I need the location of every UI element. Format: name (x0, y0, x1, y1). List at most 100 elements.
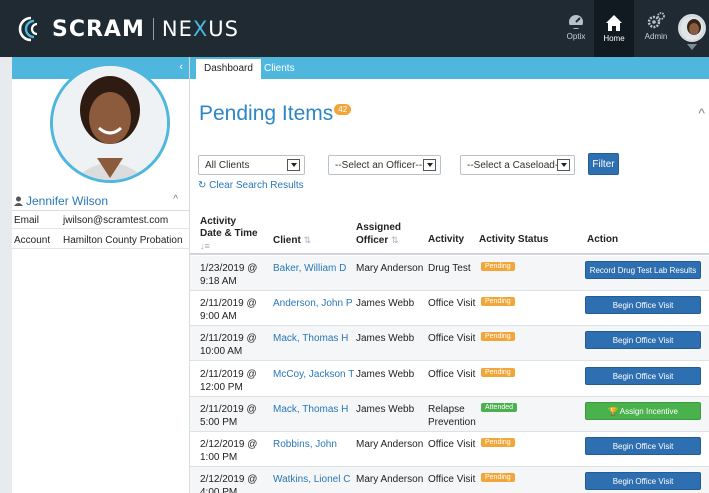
row-client-link[interactable]: Watkins, Lionel C (273, 473, 350, 486)
table-header: Activity Date & Time ↓≡ Client ⇅ Assigne… (190, 212, 709, 255)
logo-divider (152, 18, 154, 40)
page-title: Pending Items 42 (199, 102, 352, 126)
nav-home[interactable]: Home (594, 0, 634, 57)
status-badge: Pending (481, 332, 515, 341)
scram-nexus-logo[interactable]: SCRAM NEXUS (18, 14, 239, 44)
col-client[interactable]: Client ⇅ (273, 234, 311, 247)
email-value: jwilson@scramtest.com (63, 215, 169, 226)
user-name-row[interactable]: Jennifer Wilson ^ (12, 191, 190, 211)
col-action: Action (587, 234, 619, 245)
row-client-link[interactable]: Baker, William D (273, 262, 346, 275)
status-badge: Pending (481, 262, 515, 271)
row-client-link[interactable]: Anderson, John P (273, 297, 353, 310)
row-action-button[interactable]: Begin Office Visit (585, 331, 701, 349)
account-value: Hamilton County Probation (63, 235, 183, 246)
officer-select[interactable]: --Select an Officer-- (328, 155, 441, 175)
caseload-select[interactable]: --Select a Caseload-- (460, 155, 575, 175)
table-row: 2/12/2019 @1:00 PM Robbins, John Mary Ande… (190, 432, 709, 467)
table-row: 2/11/2019 @12:00 PM McCoy, Jackson T James… (190, 362, 709, 397)
user-icon (14, 196, 23, 206)
row-officer: Mary Anderson (356, 263, 424, 274)
top-bar: SCRAM NEXUS Optix Home Admin (0, 0, 709, 57)
user-name: Jennifer Wilson (26, 194, 109, 208)
status-badge: Pending (481, 368, 515, 377)
user-avatar[interactable] (678, 14, 706, 42)
row-officer: James Webb (356, 369, 415, 380)
row-client-link[interactable]: Mack, Thomas H (273, 403, 348, 416)
row-client-link[interactable]: McCoy, Jackson T (273, 368, 354, 381)
table-row: 1/23/2019 @9:18 AM Baker, William D Mary A… (190, 256, 709, 291)
row-officer: Mary Anderson (356, 474, 424, 485)
nav-home-label: Home (603, 34, 625, 43)
status-badge: Attended (481, 403, 518, 412)
product-name: NEXUS (161, 17, 239, 41)
tab-clients[interactable]: Clients (256, 59, 303, 79)
chevron-down-icon (557, 159, 570, 171)
filter-button[interactable]: Filter (588, 153, 619, 175)
row-datetime: 1/23/2019 @9:18 AM (200, 263, 258, 287)
nav-optix[interactable]: Optix (556, 10, 596, 50)
row-officer: James Webb (356, 333, 415, 344)
collapse-sidebar-icon[interactable]: ‹ (179, 61, 183, 73)
email-row: Email jwilson@scramtest.com (12, 211, 190, 229)
table-row: 2/12/2019 @4:00 PM Watkins, Lionel C Mary … (190, 467, 709, 493)
col-officer[interactable]: Assigned Officer ⇅ (356, 222, 401, 247)
row-action-button[interactable]: Begin Office Visit (585, 472, 701, 490)
table-row: 2/11/2019 @9:00 AM Anderson, John P James … (190, 291, 709, 326)
row-client-link[interactable]: Mack, Thomas H (273, 332, 348, 345)
row-activity: Office Visit (428, 474, 476, 485)
clients-select-value: All Clients (205, 160, 250, 171)
row-action-button[interactable]: Record Drug Test Lab Results (585, 261, 701, 279)
account-row: Account Hamilton County Probation (12, 231, 190, 249)
chevron-down-icon (423, 159, 436, 171)
row-activity: Relapse Prevention (428, 404, 476, 428)
row-officer: James Webb (356, 404, 415, 415)
home-icon (606, 15, 622, 31)
row-activity: Office Visit (428, 333, 476, 344)
col-status: Activity Status (479, 234, 549, 245)
row-datetime: 2/11/2019 @12:00 PM (200, 369, 257, 393)
sort-icon: ⇅ (391, 235, 399, 245)
officer-select-value: --Select an Officer-- (335, 160, 423, 171)
row-datetime: 2/11/2019 @5:00 PM (200, 404, 257, 428)
profile-sidebar: ‹ Jennifer Wilson ^ Email jwilson@scramt… (12, 57, 190, 493)
clear-search-label: Clear Search Results (209, 180, 304, 191)
col-datetime[interactable]: Activity Date & Time ↓≡ (200, 216, 258, 252)
table-row: 2/11/2019 @5:00 PM Mack, Thomas H James We… (190, 397, 709, 432)
row-action-button[interactable]: Begin Office Visit (585, 437, 701, 455)
nav-admin-label: Admin (644, 32, 668, 41)
collapse-panel-icon[interactable]: ^ (698, 105, 705, 121)
tab-bar: Dashboard Clients (190, 57, 709, 79)
row-action-button[interactable]: 🏆 Assign Incentive (585, 402, 701, 420)
row-activity: Office Visit (428, 439, 476, 450)
profile-photo-image (53, 66, 167, 180)
sort-icon: ⇅ (303, 235, 312, 245)
row-officer: James Webb (356, 298, 415, 309)
row-activity: Office Visit (428, 369, 476, 380)
gauge-icon (569, 15, 583, 29)
tab-dashboard[interactable]: Dashboard (196, 59, 261, 79)
gears-icon (647, 12, 665, 29)
avatar-image (680, 16, 704, 40)
row-activity: Drug Test (428, 263, 471, 274)
chevron-up-icon[interactable]: ^ (173, 194, 178, 205)
email-label: Email (14, 215, 40, 226)
nav-optix-label: Optix (566, 32, 586, 41)
clear-search-link[interactable]: ↻ Clear Search Results (198, 180, 304, 191)
row-officer: Mary Anderson (356, 439, 424, 450)
main-content: Pending Items 42 ^ All Clients --Select a… (190, 79, 709, 493)
chevron-down-icon (287, 159, 300, 171)
row-datetime: 2/11/2019 @10:00 AM (200, 333, 257, 357)
col-activity: Activity (428, 234, 465, 245)
user-menu-caret-icon[interactable] (687, 44, 697, 50)
table-row: 2/11/2019 @10:00 AM Mack, Thomas H James W… (190, 326, 709, 361)
row-client-link[interactable]: Robbins, John (273, 438, 337, 451)
row-action-button[interactable]: Begin Office Visit (585, 296, 701, 314)
profile-photo (50, 63, 170, 183)
row-action-button[interactable]: Begin Office Visit (585, 367, 701, 385)
status-badge: Pending (481, 473, 515, 482)
nav-admin[interactable]: Admin (636, 10, 676, 50)
brand-name: SCRAM (52, 16, 145, 42)
row-datetime: 2/12/2019 @4:00 PM (200, 474, 258, 493)
clients-select[interactable]: All Clients (198, 155, 305, 175)
